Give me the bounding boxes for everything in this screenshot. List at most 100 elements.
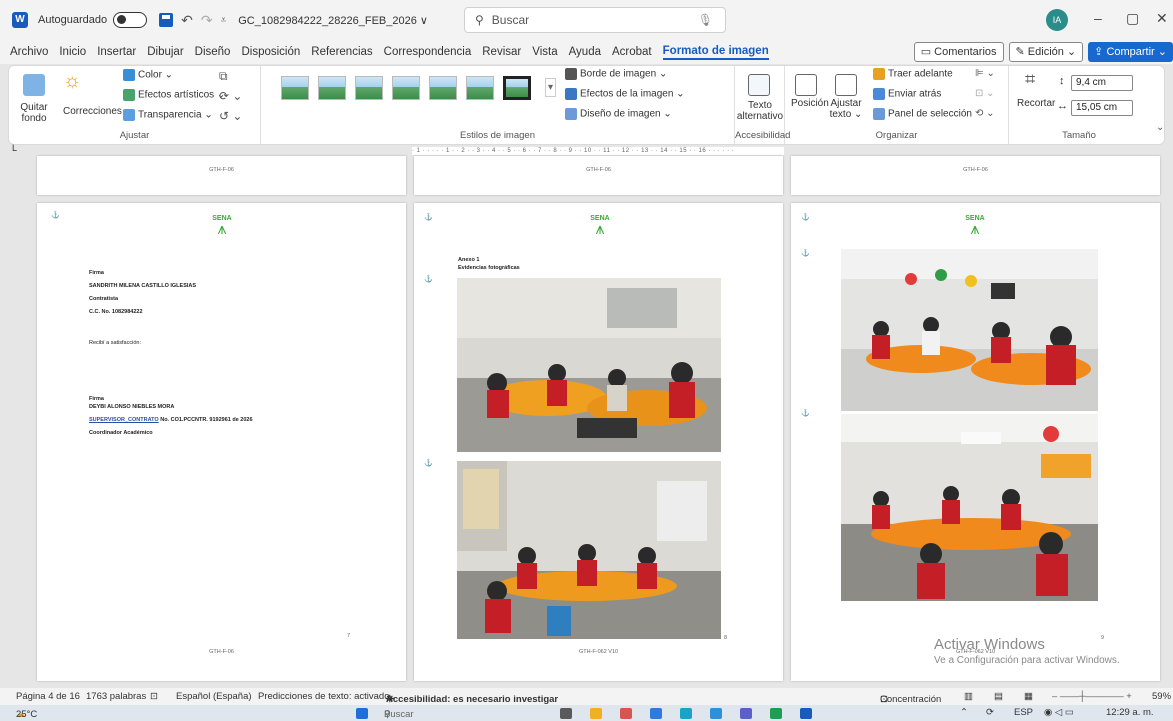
picture-style-6[interactable] — [466, 76, 494, 100]
horizontal-ruler[interactable]: · 1 · · · · · 1 · · 2 · · 3 · · 4 · · 5 … — [412, 147, 784, 155]
page-top-2[interactable]: GTH-F-06 — [414, 156, 783, 195]
tab-disposicion[interactable]: Disposición — [241, 46, 300, 58]
picture-effects-button[interactable]: Efectos de la imagen ⌄ — [565, 88, 685, 100]
proofing-icon[interactable]: ⊡ — [150, 691, 158, 702]
anchor-icon[interactable]: ⚓ — [424, 459, 433, 467]
send-backward-button[interactable]: Enviar atrás — [873, 88, 941, 100]
excel-icon[interactable] — [770, 708, 782, 719]
transparency-button[interactable]: Transparencia ⌄ — [123, 109, 213, 121]
print-layout-icon[interactable]: ▤ — [994, 691, 1003, 702]
read-mode-icon[interactable]: ▥ — [964, 691, 973, 702]
web-layout-icon[interactable]: ▦ — [1024, 691, 1033, 702]
crop-button[interactable]: Recortar — [1017, 98, 1055, 109]
avatar[interactable]: IA — [1046, 9, 1068, 31]
picture-style-2[interactable] — [318, 76, 346, 100]
selection-pane-button[interactable]: Panel de selección — [873, 108, 972, 120]
search-box[interactable]: ⚲ Buscar 🎙 — [464, 7, 726, 33]
wrap-text-icon[interactable] — [835, 74, 857, 96]
corrections-icon[interactable]: ☼ — [63, 70, 81, 93]
picture-border-button[interactable]: Borde de imagen ⌄ — [565, 68, 667, 80]
network-sound-icons[interactable]: ◉ ◁ ▭ — [1044, 707, 1074, 718]
page-8[interactable]: ⚓ SENA ⩚ Anexo 1 Evidencias fotográficas… — [414, 203, 783, 681]
word-count[interactable]: 1763 palabras — [86, 691, 146, 702]
edit-mode-button[interactable]: ✎ Edición ⌄ — [1008, 42, 1084, 62]
tab-selector-icon[interactable]: L — [12, 143, 17, 153]
chrome-icon[interactable] — [650, 708, 662, 719]
clock[interactable]: 12:29 a. m. — [1106, 707, 1154, 718]
rotate-icon[interactable]: ⟲ ⌄ — [975, 108, 995, 119]
tab-inicio[interactable]: Inicio — [59, 46, 86, 58]
autosave-toggle[interactable] — [113, 12, 148, 28]
customize-qat-icon[interactable]: ⩡ — [221, 15, 227, 26]
save-icon[interactable] — [159, 13, 174, 27]
tab-revisar[interactable]: Revisar — [482, 46, 521, 58]
color-button[interactable]: Color ⌄ — [123, 69, 173, 81]
picture-style-4[interactable] — [392, 76, 420, 100]
alt-text-icon[interactable] — [748, 74, 770, 96]
page-9[interactable]: ⚓ SENA ⩚ ⚓ ⚓ 9 GTH-F-062 V10 — [791, 203, 1160, 681]
picture-style-5[interactable] — [429, 76, 457, 100]
page-count[interactable]: Página 4 de 16 — [16, 691, 80, 702]
bring-forward-button[interactable]: Traer adelante — [873, 68, 953, 80]
app-icon-2[interactable] — [710, 708, 722, 719]
ribbon-collapse-icon[interactable]: ⌄ — [1156, 122, 1164, 133]
tab-insertar[interactable]: Insertar — [97, 46, 136, 58]
evidence-photo-1[interactable] — [457, 278, 721, 452]
change-picture-icon[interactable]: ⟳ ⌄ — [219, 89, 242, 103]
anchor-icon[interactable]: ⚓ — [801, 249, 810, 257]
evidence-photo-4[interactable] — [841, 414, 1098, 601]
task-view-icon[interactable] — [560, 708, 572, 719]
picture-layout-button[interactable]: Diseño de imagen ⌄ — [565, 108, 672, 120]
tab-correspondencia[interactable]: Correspondencia — [384, 46, 472, 58]
height-input[interactable]: 9,4 cm — [1071, 75, 1133, 91]
start-icon[interactable] — [356, 708, 368, 719]
picture-style-3[interactable] — [355, 76, 383, 100]
anchor-icon[interactable]: ⚓ — [424, 213, 433, 221]
group-objects-icon[interactable]: ⊡ ⌄ — [975, 88, 995, 99]
quitar-fondo-button[interactable]: Quitar fondo — [19, 102, 49, 124]
teams-icon[interactable] — [740, 708, 752, 719]
document-filename[interactable]: GC_1082984222_28226_FEB_2026 ∨ — [238, 14, 428, 27]
tab-dibujar[interactable]: Dibujar — [147, 46, 183, 58]
edge-icon[interactable] — [680, 708, 692, 719]
tab-diseno[interactable]: Diseño — [195, 46, 231, 58]
evidence-photo-3[interactable] — [841, 249, 1098, 411]
supervisor-link[interactable]: SUPERVISOR_CONTRATO — [89, 417, 159, 423]
page-top-3[interactable]: GTH-F-06 — [791, 156, 1160, 195]
language-status[interactable]: Español (España) — [176, 691, 252, 702]
remove-background-icon[interactable] — [23, 74, 45, 96]
close-icon[interactable]: ✕ — [1156, 10, 1168, 27]
align-icon[interactable]: ⊫ ⌄ — [975, 68, 995, 79]
app-icon-1[interactable] — [620, 708, 632, 719]
reset-picture-icon[interactable]: ↺ ⌄ — [219, 109, 242, 123]
word-taskbar-icon[interactable] — [800, 708, 812, 719]
evidence-photo-2[interactable] — [457, 461, 721, 639]
picture-style-7[interactable] — [503, 76, 531, 100]
anchor-icon[interactable]: ⚓ — [801, 409, 810, 417]
crop-icon[interactable]: ⌗ — [1025, 69, 1035, 90]
compress-pictures-icon[interactable]: ⧉ — [219, 69, 228, 84]
minimize-icon[interactable]: – — [1094, 10, 1102, 26]
tab-archivo[interactable]: Archivo — [10, 46, 48, 58]
zoom-level[interactable]: 59% — [1152, 691, 1171, 702]
styles-gallery-more-icon[interactable]: ▾ — [545, 78, 557, 97]
zoom-slider[interactable]: – ——┼———— + — [1052, 691, 1132, 702]
input-language[interactable]: ESP — [1014, 707, 1033, 718]
width-input[interactable]: 15,05 cm — [1071, 100, 1133, 116]
anchor-icon[interactable]: ⚓ — [801, 213, 810, 221]
correcciones-button[interactable]: Correcciones — [63, 106, 122, 117]
file-explorer-icon[interactable] — [590, 708, 602, 719]
page-7[interactable]: ⚓ SENA ⩚ Firma SANDRITH MILENA CASTILLO … — [37, 203, 406, 681]
tab-referencias[interactable]: Referencias — [311, 46, 372, 58]
tray-icon[interactable]: ⟳ — [986, 707, 994, 718]
restore-icon[interactable]: ▢ — [1126, 10, 1139, 27]
text-predictions-status[interactable]: Predicciones de texto: activado — [258, 691, 390, 702]
tab-vista[interactable]: Vista — [532, 46, 557, 58]
share-button[interactable]: ⇪ Compartir ⌄ — [1088, 42, 1173, 62]
wrap-text-button[interactable]: Ajustar texto ⌄ — [829, 98, 863, 120]
redo-icon[interactable]: ↷ — [201, 12, 213, 29]
picture-style-1[interactable] — [281, 76, 309, 100]
tab-formato-de-imagen[interactable]: Formato de imagen — [662, 45, 769, 60]
anchor-icon[interactable]: ⚓ — [51, 211, 60, 219]
tab-acrobat[interactable]: Acrobat — [612, 46, 652, 58]
